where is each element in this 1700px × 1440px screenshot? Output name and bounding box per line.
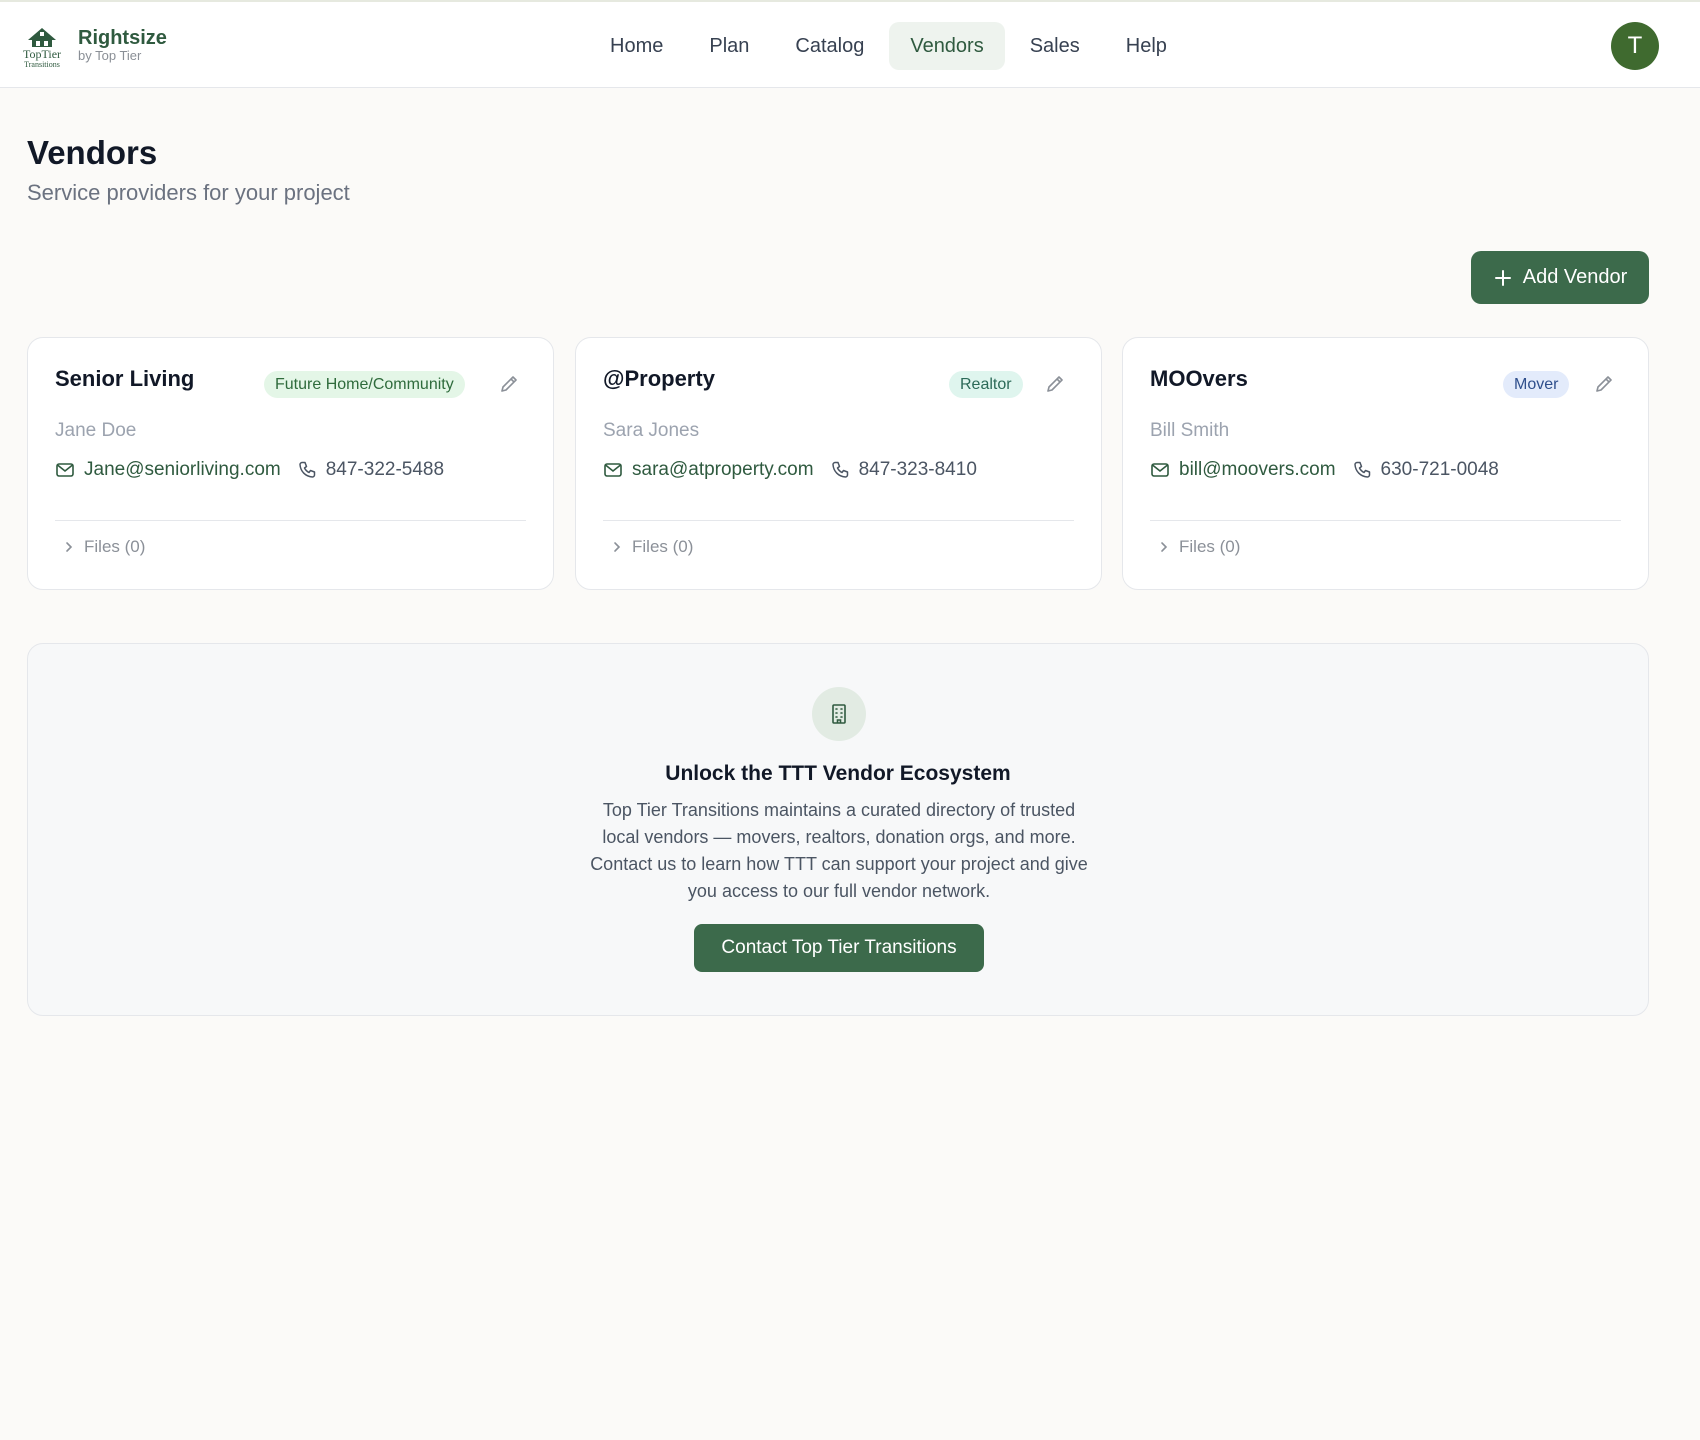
files-label: Files (0) bbox=[1179, 537, 1241, 556]
contact-name: Jane Doe bbox=[55, 420, 137, 441]
vendor-email-link[interactable]: bill@moovers.com bbox=[1179, 459, 1336, 481]
vendor-phone-link[interactable]: 630-721-0048 bbox=[1381, 459, 1499, 481]
plus-icon bbox=[1494, 269, 1511, 286]
brand[interactable]: TopTier Transitions Rightsize by Top Tie… bbox=[18, 22, 167, 68]
svg-text:Transitions: Transitions bbox=[24, 60, 60, 68]
mail-icon bbox=[1151, 463, 1169, 477]
top-tier-logo: TopTier Transitions bbox=[18, 22, 66, 68]
nav-help[interactable]: Help bbox=[1105, 22, 1188, 70]
promo-title: Unlock the TTT Vendor Ecosystem bbox=[665, 762, 1011, 785]
contact-top-tier-button[interactable]: Contact Top Tier Transitions bbox=[694, 924, 984, 972]
building-icon bbox=[812, 687, 866, 741]
files-label: Files (0) bbox=[84, 537, 146, 556]
contact-name: Sara Jones bbox=[603, 420, 700, 441]
user-avatar[interactable]: T bbox=[1611, 22, 1659, 70]
add-vendor-label: Add Vendor bbox=[1522, 266, 1628, 288]
brand-name: Rightsize bbox=[78, 27, 167, 49]
chevron-right-icon bbox=[1161, 542, 1168, 552]
nav-home[interactable]: Home bbox=[589, 22, 684, 70]
divider bbox=[603, 520, 1074, 521]
vendor-email-link[interactable]: Jane@seniorliving.com bbox=[84, 459, 281, 481]
main-nav: Home Plan Catalog Vendors Sales Help bbox=[589, 22, 1188, 70]
promo-description: Top Tier Transitions maintains a curated… bbox=[590, 800, 1088, 901]
svg-text:TopTier: TopTier bbox=[23, 47, 61, 61]
vendor-category-badge: Realtor bbox=[949, 371, 1023, 398]
nav-vendors[interactable]: Vendors bbox=[889, 22, 1005, 70]
top-navigation-bar: TopTier Transitions Rightsize by Top Tie… bbox=[0, 0, 1700, 88]
page-subtitle: Service providers for your project bbox=[27, 180, 350, 205]
vendor-ecosystem-promo: Unlock the TTT Vendor Ecosystem Top Tier… bbox=[27, 643, 1649, 1016]
vendor-card: Senior Living Future Home/Community Jane… bbox=[27, 337, 554, 590]
nav-catalog[interactable]: Catalog bbox=[774, 22, 885, 70]
vendor-email-link[interactable]: sara@atproperty.com bbox=[632, 459, 814, 481]
files-toggle[interactable]: Files (0) bbox=[63, 537, 145, 557]
vendor-name: Senior Living bbox=[55, 366, 195, 391]
pencil-icon[interactable] bbox=[498, 373, 520, 395]
files-toggle[interactable]: Files (0) bbox=[611, 537, 693, 557]
vendor-phone-link[interactable]: 847-322-5488 bbox=[326, 459, 444, 481]
mail-icon bbox=[604, 463, 622, 477]
vendor-name: @Property bbox=[603, 366, 715, 391]
contact-name: Bill Smith bbox=[1150, 420, 1230, 441]
phone-icon bbox=[831, 461, 848, 478]
phone-icon bbox=[298, 461, 315, 478]
phone-icon bbox=[1353, 461, 1370, 478]
vendor-phone-link[interactable]: 847-323-8410 bbox=[859, 459, 977, 481]
brand-subtitle: by Top Tier bbox=[78, 48, 142, 63]
pencil-icon[interactable] bbox=[1044, 373, 1066, 395]
vendor-card: MOOvers Mover Bill Smith bill@moovers.co… bbox=[1122, 337, 1649, 590]
vendor-category-badge: Future Home/Community bbox=[264, 371, 465, 398]
mail-icon bbox=[56, 463, 74, 477]
files-label: Files (0) bbox=[632, 537, 694, 556]
nav-plan[interactable]: Plan bbox=[688, 22, 770, 70]
chevron-right-icon bbox=[66, 542, 73, 552]
divider bbox=[1150, 520, 1621, 521]
add-vendor-button[interactable]: Add Vendor bbox=[1471, 251, 1649, 304]
vendor-category-badge: Mover bbox=[1503, 371, 1570, 398]
pencil-icon[interactable] bbox=[1593, 373, 1615, 395]
page-title: Vendors bbox=[27, 134, 158, 171]
chevron-right-icon bbox=[614, 542, 621, 552]
files-toggle[interactable]: Files (0) bbox=[1158, 537, 1240, 557]
nav-sales[interactable]: Sales bbox=[1009, 22, 1101, 70]
vendor-card: @Property Realtor Sara Jones sara@atprop… bbox=[575, 337, 1102, 590]
divider bbox=[55, 520, 526, 521]
vendor-name: MOOvers bbox=[1150, 366, 1248, 391]
